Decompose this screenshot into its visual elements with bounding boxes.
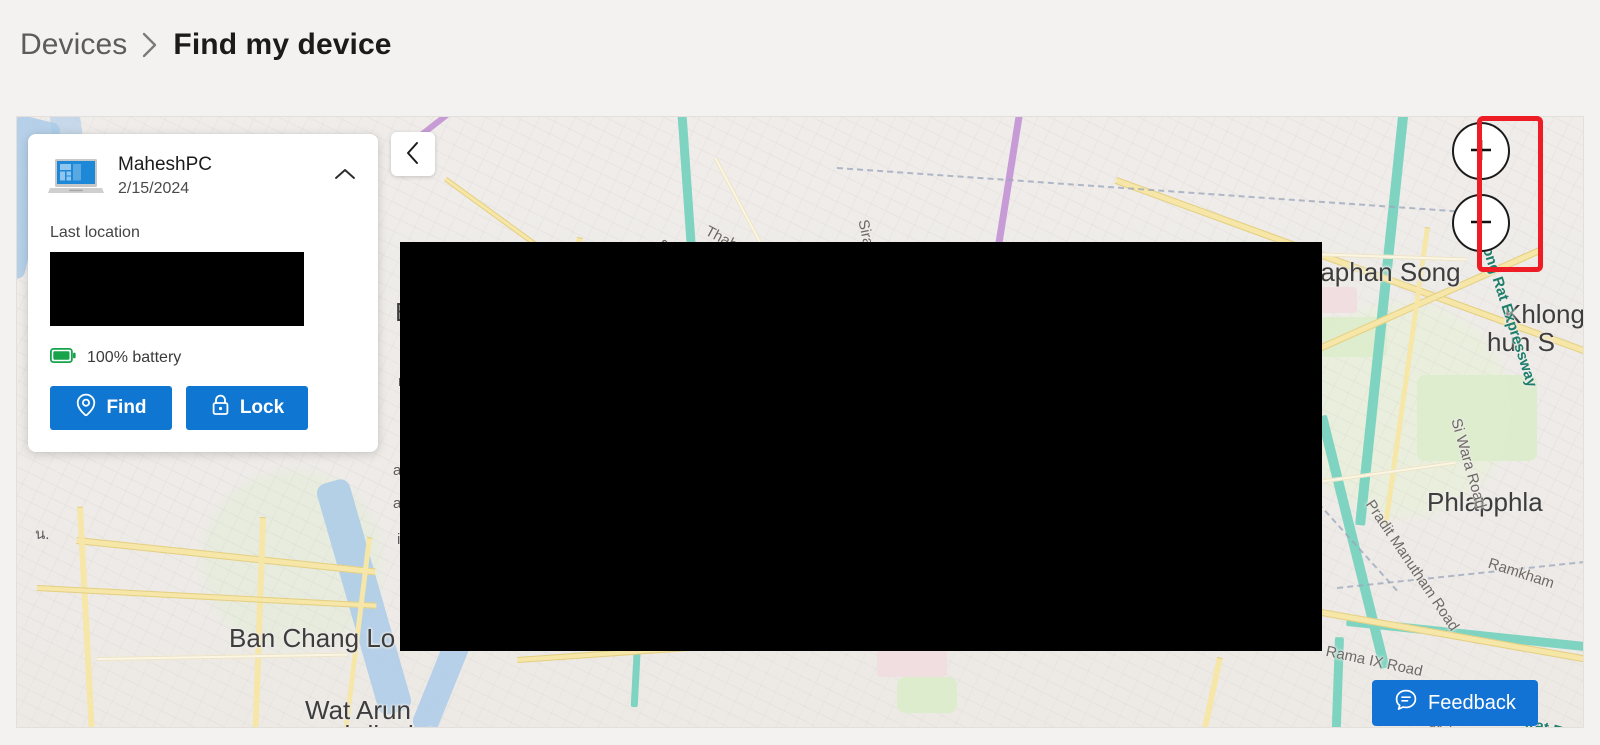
location-pin-icon	[75, 393, 97, 423]
zoom-in-button[interactable]	[1452, 122, 1510, 180]
device-card-header[interactable]: MaheshPC 2/15/2024	[28, 134, 378, 218]
card-collapse-button[interactable]	[328, 159, 362, 193]
collapse-panel-button[interactable]	[391, 132, 435, 176]
lock-button[interactable]: Lock	[186, 385, 308, 430]
last-location-label: Last location	[50, 223, 140, 241]
device-details-card: MaheshPC 2/15/2024 Last location 100% ba…	[28, 134, 378, 452]
map-location-redaction	[400, 242, 1322, 651]
device-actions: Find Lock	[50, 385, 358, 430]
battery-text: 100% battery	[87, 348, 182, 366]
map-park-b	[1417, 375, 1537, 461]
feedback-button[interactable]: Feedback	[1372, 680, 1538, 726]
map-zoom-controls	[1452, 122, 1510, 252]
feedback-bubble-icon	[1394, 688, 1418, 718]
minus-icon	[1466, 207, 1496, 240]
lock-button-label: Lock	[239, 396, 285, 418]
device-last-seen-date: 2/15/2024	[118, 179, 190, 197]
zoom-out-button[interactable]	[1452, 194, 1510, 252]
find-button[interactable]: Find	[50, 385, 172, 430]
breadcrumb-devices-link[interactable]: Devices	[20, 28, 127, 62]
device-card-identity: MaheshPC 2/15/2024	[118, 154, 314, 198]
lock-icon	[210, 393, 231, 423]
page-title: Find my device	[173, 28, 392, 61]
laptop-icon	[48, 156, 104, 196]
chevron-up-icon	[334, 167, 356, 184]
plus-icon	[1466, 135, 1496, 168]
last-location-redaction	[50, 251, 304, 326]
map-park-d	[897, 677, 957, 713]
find-my-device-page: Devices Find my device Saphan Song Khlon…	[0, 0, 1600, 745]
feedback-button-label: Feedback	[1428, 691, 1516, 714]
chevron-right-icon	[141, 32, 159, 58]
device-card-body: Last location 100% battery Find Lock	[28, 217, 378, 452]
find-button-label: Find	[106, 396, 147, 418]
battery-status: 100% battery	[49, 347, 358, 368]
chevron-left-icon	[405, 141, 421, 168]
breadcrumb: Devices Find my device	[20, 22, 392, 68]
device-name: MaheshPC	[118, 154, 212, 175]
battery-full-icon	[49, 347, 76, 368]
